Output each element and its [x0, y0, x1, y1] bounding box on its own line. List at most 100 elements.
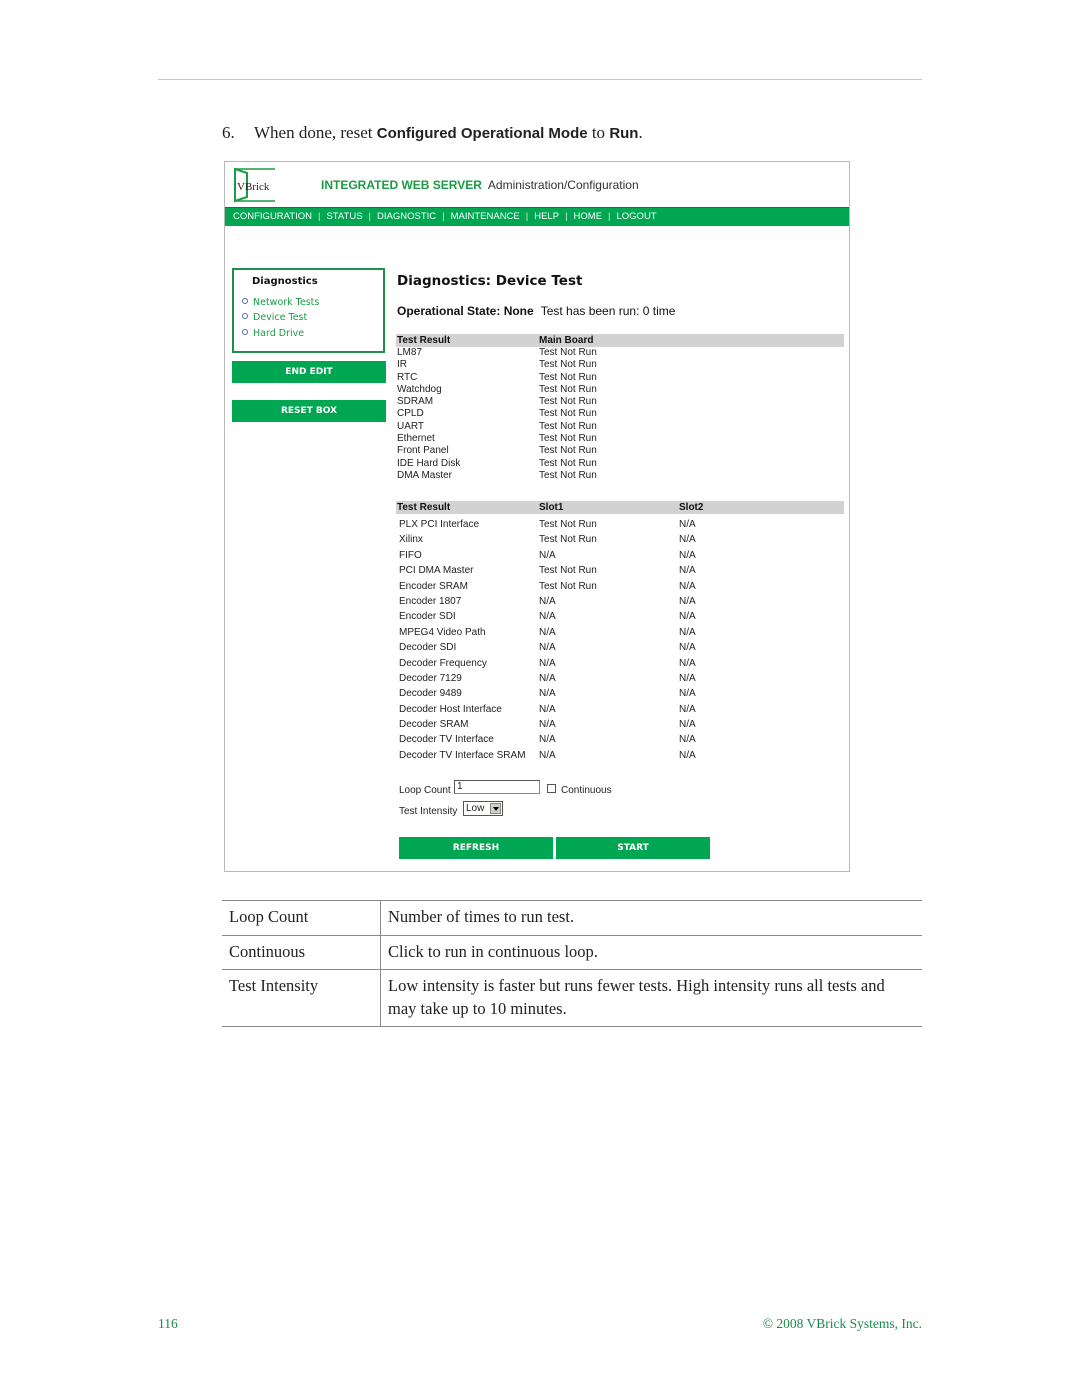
table-row: IDE Hard Disk Test Not Run — [396, 458, 844, 470]
step-number: 6. — [222, 123, 235, 142]
test-name: CPLD — [397, 408, 424, 420]
table-row: Encoder 1807 N/A N/A — [396, 594, 844, 609]
nav-bar: CONFIGURATION | STATUS | DIAGNOSTIC | MAINTENA… — [225, 207, 849, 226]
table-row: Watchdog Test Not Run — [396, 384, 844, 396]
start-button[interactable]: START — [556, 837, 710, 859]
nav-separator: | — [565, 211, 568, 222]
slot2-result: N/A — [679, 611, 696, 623]
reset-box-button[interactable]: RESET BOX — [232, 400, 386, 422]
slot1-result: N/A — [539, 657, 556, 669]
test-name: IDE Hard Disk — [397, 457, 461, 469]
slot1-result: N/A — [539, 703, 556, 715]
ui-term-operational-mode: Configured Operational Mode — [376, 125, 588, 142]
test-name: Front Panel — [397, 445, 449, 457]
server-subtitle: Administration/Configuration — [487, 178, 639, 192]
slot1-result: N/A — [539, 672, 556, 684]
nav-home[interactable]: HOME — [574, 211, 603, 222]
test-name: PLX PCI Interface — [399, 519, 480, 530]
nav-help[interactable]: HELP — [534, 211, 559, 222]
field-description-table: Loop Count Number of times to run test. Co… — [222, 900, 922, 1027]
test-name: Encoder SDI — [399, 611, 456, 623]
table-row: SDRAM Test Not Run — [396, 396, 844, 408]
bullet-icon — [242, 313, 248, 319]
table-body: PLX PCI Interface Test Not Run N/A Xilinx Te… — [396, 517, 844, 763]
main-board-result: Test Not Run — [539, 469, 597, 481]
test-name: LM87 — [397, 347, 423, 358]
loop-count-input[interactable]: 1 — [454, 780, 540, 794]
main-board-result: Test Not Run — [539, 445, 597, 457]
sidebar-link-hard-drive[interactable]: Hard Drive — [242, 328, 304, 339]
refresh-button[interactable]: REFRESH — [399, 837, 553, 859]
slot2-result: N/A — [679, 749, 696, 761]
end-edit-button[interactable]: END EDIT — [232, 361, 386, 383]
slot1-result: N/A — [539, 549, 556, 561]
test-name: Watchdog — [397, 383, 442, 395]
step-text-middle: to — [587, 123, 610, 142]
test-name: Encoder SRAM — [399, 580, 468, 592]
operational-state-label: Operational State: None — [397, 304, 534, 318]
nav-status[interactable]: STATUS — [326, 211, 362, 222]
table-row: RTC Test Not Run — [396, 372, 844, 384]
continuous-checkbox[interactable] — [547, 784, 556, 793]
nav-configuration[interactable]: CONFIGURATION — [233, 211, 312, 222]
table-row: Decoder 9489 N/A N/A — [396, 686, 844, 701]
nav-maintenance[interactable]: MAINTENANCE — [451, 211, 520, 222]
table-body: LM87 Test Not Run IR Test Not Run RTC Test No… — [396, 347, 844, 482]
continuous-label: Continuous — [561, 785, 612, 796]
field-description: Click to run in continuous loop. — [380, 934, 922, 970]
slot1-result: N/A — [539, 611, 556, 623]
field-name: Continuous — [222, 934, 381, 970]
slot2-result: N/A — [679, 703, 696, 715]
slot2-result: N/A — [679, 657, 696, 669]
main-board-result: Test Not Run — [539, 433, 597, 445]
table-row: PLX PCI Interface Test Not Run N/A — [396, 517, 844, 532]
web-server-screenshot: VBrick INTEGRATED WEB SERVER Administrati… — [224, 161, 850, 872]
main-board-result: Test Not Run — [539, 396, 597, 408]
table-row: Decoder TV Interface SRAM N/A N/A — [396, 748, 844, 763]
table-row: LM87 Test Not Run — [396, 347, 844, 359]
table-row: Ethernet Test Not Run — [396, 433, 844, 445]
screenshot-header: VBrick INTEGRATED WEB SERVER Administrati… — [225, 162, 849, 207]
nav-separator: | — [442, 211, 445, 222]
page-title: Diagnostics: Device Test — [397, 273, 583, 289]
slot2-result: N/A — [679, 719, 696, 731]
test-name: IR — [397, 359, 407, 371]
dropdown-arrow-icon[interactable] — [490, 803, 501, 814]
field-description: Low intensity is faster but runs fewer t… — [380, 969, 922, 1027]
loop-count-label: Loop Count — [399, 785, 451, 796]
sidebar-link-label: Hard Drive — [253, 328, 305, 339]
copyright: © 2008 VBrick Systems, Inc. — [762, 1316, 922, 1331]
test-name: Decoder SDI — [399, 642, 457, 654]
sidebar-title: Diagnostics — [252, 276, 318, 287]
table-row: Xilinx Test Not Run N/A — [396, 532, 844, 547]
test-name: FIFO — [399, 549, 422, 561]
nav-diagnostic[interactable]: DIAGNOSTIC — [377, 211, 436, 222]
table-row: Encoder SDI N/A N/A — [396, 609, 844, 624]
test-name: Decoder Frequency — [399, 657, 487, 669]
main-board-result: Test Not Run — [539, 347, 597, 358]
table-row: FIFO N/A N/A — [396, 548, 844, 563]
slot1-result: Test Not Run — [539, 580, 597, 592]
bullet-icon — [242, 298, 248, 304]
header-slot1: Slot1 — [539, 502, 564, 513]
nav-logout[interactable]: LOGOUT — [617, 211, 657, 222]
sidebar-link-device-test[interactable]: Device Test — [242, 312, 307, 323]
test-intensity-label: Test Intensity — [399, 806, 458, 817]
table-row: Decoder Host Interface N/A N/A — [396, 702, 844, 717]
step-text-before: When done, reset — [254, 123, 377, 142]
table-row: IR Test Not Run — [396, 359, 844, 371]
test-intensity-value: Low — [466, 803, 485, 814]
run-count-text: Test has been run: 0 time — [540, 304, 676, 318]
sidebar-link-network-tests[interactable]: Network Tests — [242, 297, 319, 308]
test-intensity-select[interactable]: Low — [463, 801, 503, 816]
main-board-result: Test Not Run — [539, 420, 597, 432]
slot2-result: N/A — [679, 688, 696, 700]
vbrick-logo-icon: VBrick — [234, 167, 275, 203]
header-slot2: Slot2 — [679, 502, 704, 513]
table-row: MPEG4 Video Path N/A N/A — [396, 625, 844, 640]
description-row: Continuous Click to run in continuous loo… — [222, 934, 922, 970]
slot2-result: N/A — [679, 734, 696, 746]
slot1-result: N/A — [539, 595, 556, 607]
table-row: Decoder SDI N/A N/A — [396, 640, 844, 655]
test-name: Ethernet — [397, 433, 435, 445]
